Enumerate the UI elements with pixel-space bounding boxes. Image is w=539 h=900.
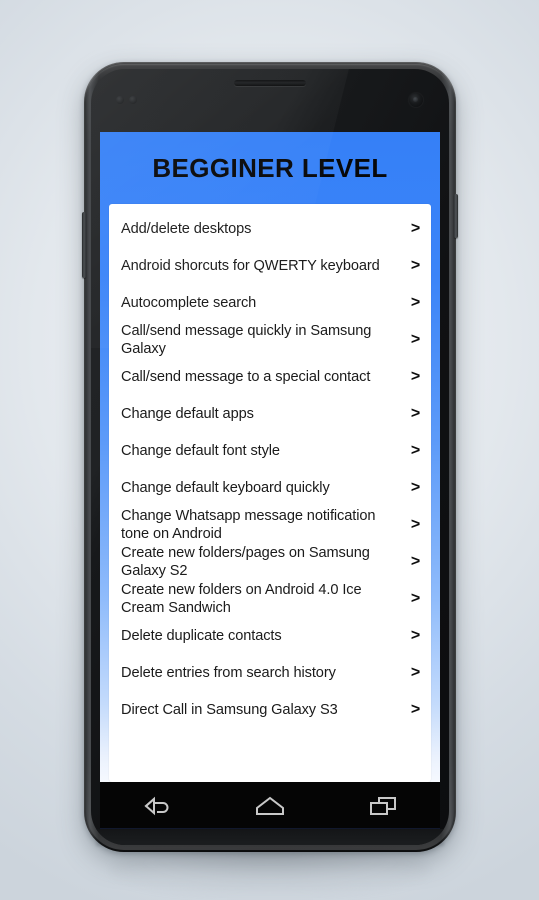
app-header: BEGGINER LEVEL	[100, 132, 440, 204]
list-item-label: Change default apps	[121, 405, 254, 422]
list-item-label: Call/send message quickly in Samsung Gal…	[121, 322, 372, 357]
phone-device: BEGGINER LEVEL Add/delete desktops > Andro…	[82, 62, 458, 852]
volume-button[interactable]	[82, 212, 86, 278]
list-item[interactable]: Add/delete desktops >	[109, 210, 431, 247]
list-item-label: Direct Call in Samsung Galaxy S3	[121, 701, 338, 718]
chevron-right-icon: >	[410, 404, 421, 422]
list-item[interactable]: Autocomplete search >	[109, 284, 431, 321]
proximity-sensor-icon	[116, 96, 146, 104]
nav-home-button[interactable]	[237, 786, 303, 826]
list-item-label: Android shorcuts for QWERTY keyboard	[121, 257, 380, 274]
chevron-right-icon: >	[410, 515, 421, 533]
phone-bottom-chin	[91, 829, 449, 845]
list-item[interactable]: Change default font style >	[109, 432, 431, 469]
list-item-label: Change default keyboard quickly	[121, 479, 330, 496]
list-item[interactable]: Delete duplicate contacts >	[109, 617, 431, 654]
chevron-right-icon: >	[410, 256, 421, 274]
chevron-right-icon: >	[410, 330, 421, 348]
list-item[interactable]: Delete entries from search history >	[109, 654, 431, 691]
list-item-label: Delete duplicate contacts	[121, 627, 282, 644]
list-item[interactable]: Create new folders on Android 4.0 Ice Cr…	[109, 580, 431, 617]
phone-reflection-glow	[110, 848, 430, 894]
list-item-label: Call/send message to a special contact	[121, 368, 371, 385]
list-item[interactable]: Change default apps >	[109, 395, 431, 432]
app-view: BEGGINER LEVEL Add/delete desktops > Andro…	[100, 132, 440, 782]
list-item[interactable]: Call/send message to a special contact >	[109, 358, 431, 395]
chevron-right-icon: >	[410, 478, 421, 496]
chevron-right-icon: >	[410, 367, 421, 385]
scene: BEGGINER LEVEL Add/delete desktops > Andro…	[0, 0, 539, 900]
nav-recent-apps-button[interactable]	[350, 786, 416, 826]
list-item-label: Autocomplete search	[121, 294, 257, 311]
list-item-label: Create new folders on Android 4.0 Ice Cr…	[121, 581, 362, 616]
page-title: BEGGINER LEVEL	[152, 153, 388, 183]
list-item-label: Add/delete desktops	[121, 220, 252, 237]
sensor-dot	[129, 96, 137, 104]
chevron-right-icon: >	[410, 589, 421, 607]
chevron-right-icon: >	[410, 663, 421, 681]
chevron-right-icon: >	[410, 552, 421, 570]
nav-back-button[interactable]	[124, 786, 190, 826]
chevron-right-icon: >	[410, 626, 421, 644]
list-item[interactable]: Call/send message quickly in Samsung Gal…	[109, 321, 431, 358]
chevron-right-icon: >	[410, 219, 421, 237]
list-item-label: Delete entries from search history	[121, 664, 336, 681]
list-item[interactable]: Android shorcuts for QWERTY keyboard >	[109, 247, 431, 284]
sensor-dot	[116, 96, 124, 104]
phone-front-face: BEGGINER LEVEL Add/delete desktops > Andro…	[91, 69, 449, 845]
list-item[interactable]: Change Whatsapp message notification ton…	[109, 506, 431, 543]
chevron-right-icon: >	[410, 441, 421, 459]
chevron-right-icon: >	[410, 700, 421, 718]
chevron-right-icon: >	[410, 293, 421, 311]
list-item[interactable]: Create new folders/pages on Samsung Gala…	[109, 543, 431, 580]
topic-list: Add/delete desktops > Android shorcuts for…	[109, 204, 431, 782]
power-button[interactable]	[454, 194, 458, 238]
earpiece-speaker-icon	[234, 80, 306, 86]
list-item-label: Change Whatsapp message notification ton…	[121, 507, 376, 542]
front-camera-icon	[409, 93, 423, 107]
list-item[interactable]: Change default keyboard quickly >	[109, 469, 431, 506]
list-item[interactable]: Direct Call in Samsung Galaxy S3 >	[109, 691, 431, 728]
list-item-label: Change default font style	[121, 442, 280, 459]
list-item-label: Create new folders/pages on Samsung Gala…	[121, 544, 370, 579]
android-navigation-bar	[100, 782, 440, 829]
phone-screen: BEGGINER LEVEL Add/delete desktops > Andro…	[100, 132, 440, 782]
